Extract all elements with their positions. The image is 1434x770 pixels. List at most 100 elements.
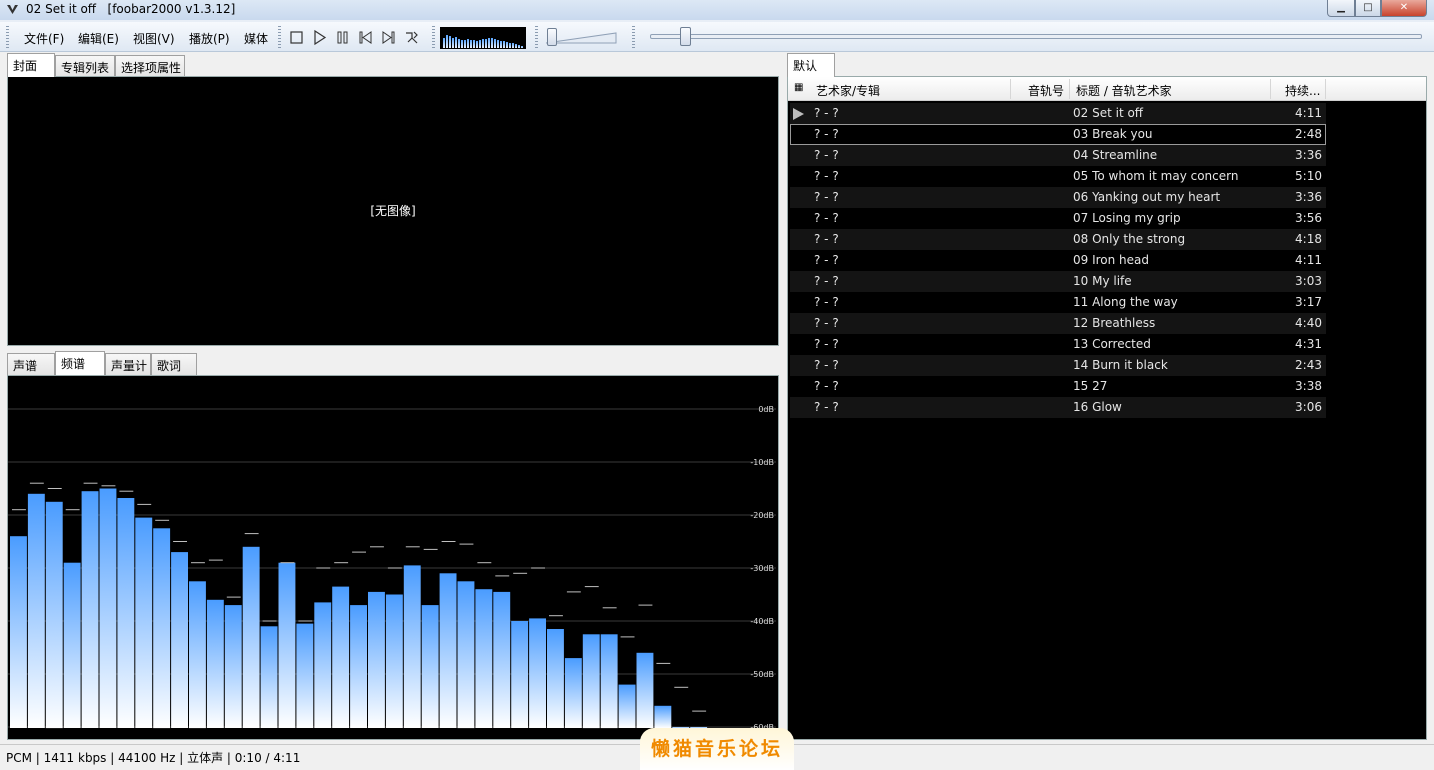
playlist-rows: ? - ? 02 Set it off 4:11 ? - ? 03 Break you 2… — [790, 103, 1326, 418]
toolbar-grip[interactable] — [432, 26, 435, 48]
track-title: 05 To whom it may concern — [1073, 169, 1239, 183]
track-artist: ? - ? — [814, 379, 839, 393]
frequency-label: 80 — [68, 729, 78, 738]
tab-selection-properties[interactable]: 选择项属性 — [115, 55, 185, 77]
watermark-logo: 懒猫音乐论坛 — [640, 728, 794, 770]
toolbar-grip[interactable] — [535, 26, 538, 48]
tab-vu-meter[interactable]: 声量计 — [105, 353, 151, 375]
playlist-row[interactable]: ? - ? 07 Losing my grip 3:56 — [790, 208, 1326, 229]
toolbar-grip[interactable] — [278, 26, 281, 48]
title-bar: 02 Set it off [foobar2000 v1.3.12] ▁ □ ✕ — [0, 0, 1434, 20]
spectrum-bar — [368, 591, 385, 728]
column-divider[interactable] — [1270, 79, 1271, 99]
track-artist: ? - ? — [814, 253, 839, 267]
mini-spectrum-visualizer[interactable] — [440, 27, 526, 49]
track-artist: ? - ? — [814, 400, 839, 414]
close-button[interactable]: ✕ — [1381, 0, 1427, 17]
minimize-button[interactable]: ▁ — [1327, 0, 1355, 17]
toolbar-grip[interactable] — [632, 26, 635, 48]
seek-bar-thumb[interactable] — [680, 27, 692, 46]
track-duration: 4:31 — [1295, 337, 1322, 351]
mini-viz-bar — [458, 39, 460, 48]
menu-playback[interactable]: 播放(P) — [189, 30, 230, 47]
playlist-row[interactable]: ? - ? 11 Along the way 3:17 — [790, 292, 1326, 313]
random-icon[interactable] — [403, 29, 420, 46]
tab-spectrum[interactable]: 频谱 — [55, 351, 105, 375]
frequency-label: 150 — [137, 729, 152, 738]
track-artist: ? - ? — [814, 337, 839, 351]
track-title: 02 Set it off — [1073, 106, 1144, 120]
playlist-row[interactable]: ? - ? 13 Corrected 4:31 — [790, 334, 1326, 355]
column-index-icon[interactable]: ▦ — [794, 82, 803, 93]
window-title: 02 Set it off [foobar2000 v1.3.12] — [26, 2, 236, 16]
mini-viz-bar — [446, 35, 448, 48]
playlist-row[interactable]: ? - ? 10 My life 3:03 — [790, 271, 1326, 292]
playlist-row[interactable]: ? - ? 02 Set it off 4:11 — [790, 103, 1326, 124]
mini-viz-bar — [521, 46, 523, 48]
tab-spectrogram[interactable]: 声谱 — [7, 353, 55, 375]
menu-file[interactable]: 文件(F) — [24, 30, 64, 47]
spectrum-bar — [153, 528, 171, 729]
spectrum-bar — [493, 591, 511, 728]
column-divider[interactable] — [1010, 79, 1011, 99]
playlist-row[interactable]: ? - ? 12 Breathless 4:40 — [790, 313, 1326, 334]
frequency-label: 4.1K — [511, 729, 530, 738]
frequency-label: 9.0K — [601, 729, 620, 738]
play-icon[interactable] — [311, 29, 328, 46]
seek-bar[interactable] — [650, 34, 1422, 39]
track-title: 13 Corrected — [1073, 337, 1151, 351]
column-duration[interactable]: 持续... — [1285, 82, 1320, 99]
column-track-number[interactable]: 音轨号 — [1028, 82, 1064, 99]
spectrum-bar — [385, 594, 403, 728]
spectrum-bar — [242, 546, 260, 728]
playlist-row[interactable]: ? - ? 15 27 3:38 — [790, 376, 1326, 397]
column-divider[interactable] — [1325, 79, 1326, 99]
column-title[interactable]: 标题 / 音轨艺术家 — [1076, 82, 1172, 99]
frequency-label: 129 — [119, 729, 134, 738]
column-divider[interactable] — [1069, 79, 1070, 99]
track-title: 16 Glow — [1073, 400, 1122, 414]
spectrum-bar — [582, 634, 600, 729]
playlist-row[interactable]: ? - ? 04 Streamline 3:36 — [790, 145, 1326, 166]
column-artist[interactable]: 艺术家/专辑 — [816, 82, 880, 99]
playlist-row[interactable]: ? - ? 03 Break you 2:48 — [790, 124, 1326, 145]
playlist-row[interactable]: ? - ? 09 Iron head 4:11 — [790, 250, 1326, 271]
spectrum-bar — [224, 605, 242, 728]
tab-cover[interactable]: 封面 — [7, 53, 55, 77]
now-playing-icon — [793, 108, 804, 120]
playlist-row[interactable]: ? - ? 16 Glow 3:06 — [790, 397, 1326, 418]
next-icon[interactable] — [380, 29, 397, 46]
pause-icon[interactable] — [334, 29, 351, 46]
track-artist: ? - ? — [814, 169, 839, 183]
tab-lyrics[interactable]: 歌词 — [151, 353, 197, 375]
playlist-row[interactable]: ? - ? 06 Yanking out my heart 3:36 — [790, 187, 1326, 208]
stop-icon[interactable] — [288, 29, 305, 46]
playlist-row[interactable]: ? - ? 08 Only the strong 4:18 — [790, 229, 1326, 250]
foobar-app-icon — [7, 5, 18, 14]
frequency-label: 241 — [190, 729, 205, 738]
track-artist: ? - ? — [814, 358, 839, 372]
playlist-row[interactable]: ? - ? 14 Burn it black 2:43 — [790, 355, 1326, 376]
mini-viz-bar — [452, 38, 454, 48]
track-artist: ? - ? — [814, 316, 839, 330]
toolbar-grip[interactable] — [6, 26, 9, 48]
frequency-label: 387 — [244, 729, 259, 738]
mini-viz-bar — [494, 39, 496, 48]
track-title: 11 Along the way — [1073, 295, 1178, 309]
mini-viz-bar — [485, 39, 487, 48]
track-duration: 3:38 — [1295, 379, 1322, 393]
menu-library[interactable]: 媒体 — [244, 30, 268, 47]
menu-edit[interactable]: 编辑(E) — [78, 30, 119, 47]
playlist-row[interactable]: ? - ? 05 To whom it may concern 5:10 — [790, 166, 1326, 187]
maximize-button[interactable]: □ — [1355, 0, 1381, 17]
mini-viz-bar — [515, 44, 517, 48]
mini-viz-bar — [518, 45, 520, 48]
previous-icon[interactable] — [357, 29, 374, 46]
mini-viz-bar — [467, 39, 469, 48]
frequency-label: 1.0K — [350, 729, 369, 738]
frequency-label: 4.8K — [529, 729, 548, 738]
tab-album-list[interactable]: 专辑列表 — [55, 55, 115, 77]
tab-default-playlist[interactable]: 默认 — [787, 53, 835, 77]
menu-view[interactable]: 视图(V) — [133, 30, 175, 47]
volume-slider-thumb[interactable] — [547, 28, 558, 46]
